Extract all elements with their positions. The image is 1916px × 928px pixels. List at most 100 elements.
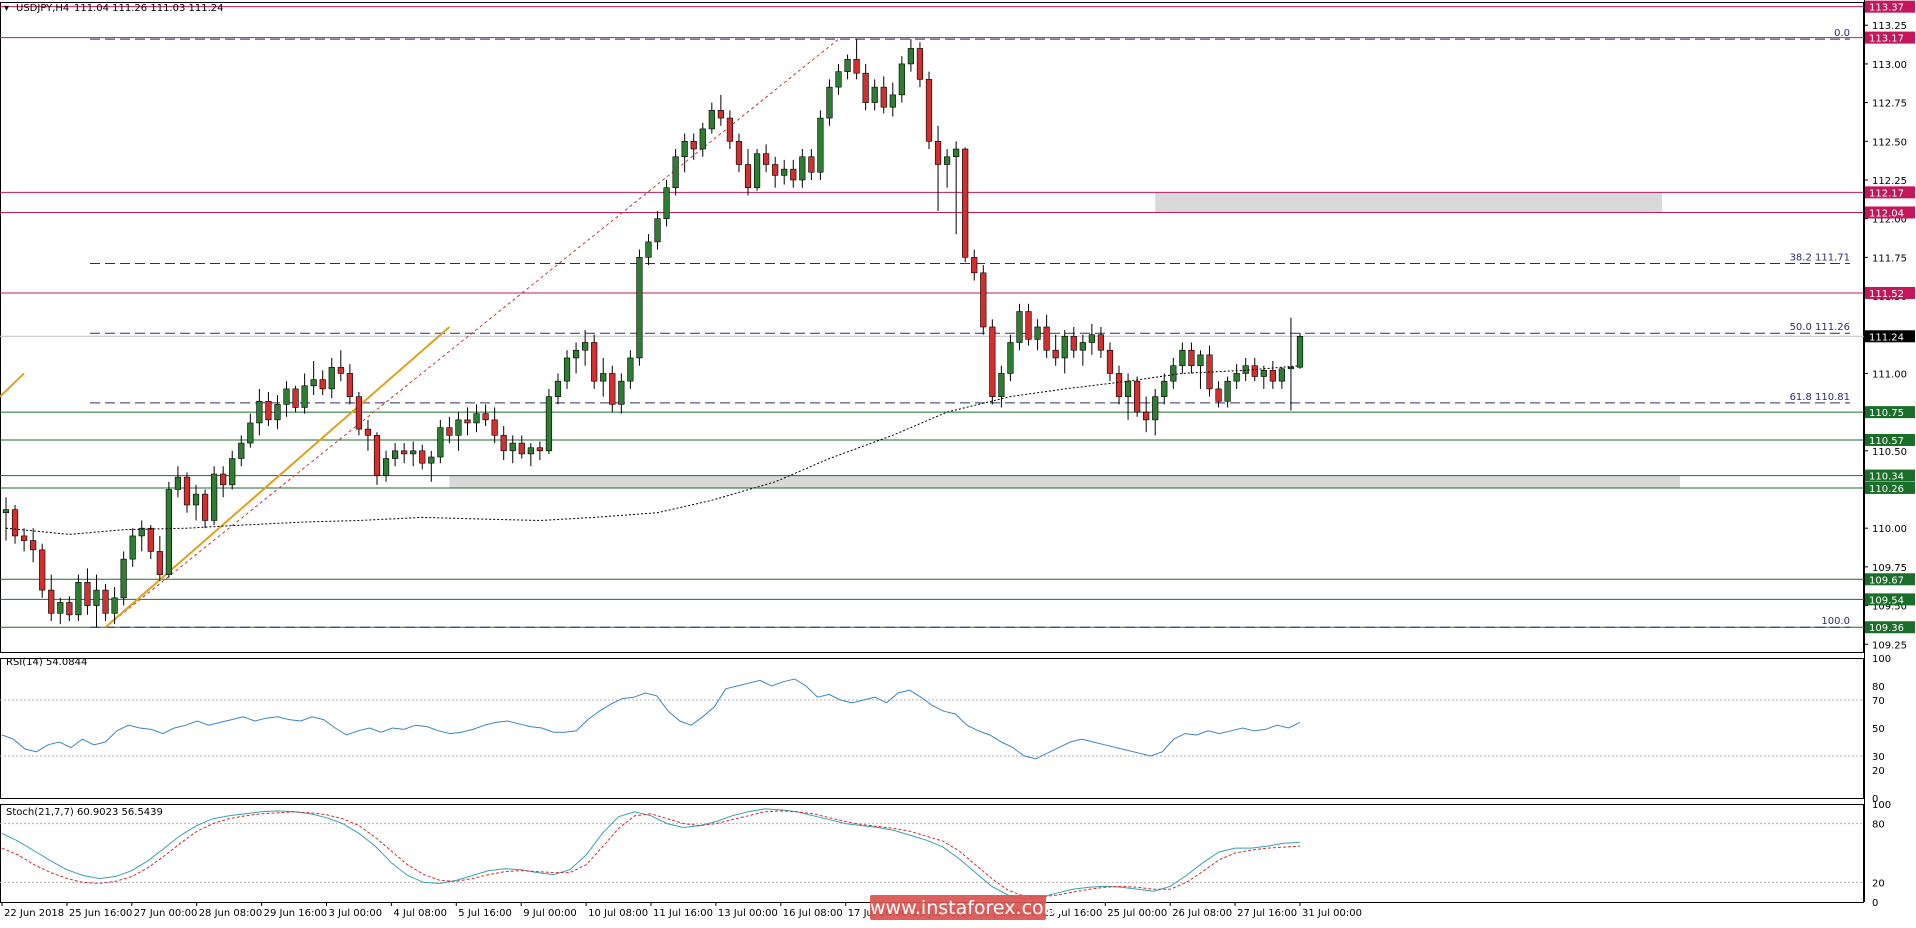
candle-body <box>337 366 344 374</box>
candle-body <box>853 58 860 74</box>
fib-label-2: 50.0 111.26 <box>1790 322 1850 333</box>
candle-body <box>1007 342 1014 374</box>
candle-body <box>744 164 752 189</box>
candle-body <box>174 476 182 490</box>
candle-body <box>75 582 82 616</box>
candle-body <box>491 419 498 436</box>
time-tick-label: 27 Jun 00:00 <box>134 908 198 919</box>
candle-body <box>600 373 607 382</box>
price-tick-label: 111.00 <box>1872 369 1907 380</box>
candle-body <box>1233 373 1240 382</box>
candle-body <box>871 86 878 103</box>
candle-body <box>147 527 154 552</box>
stoch-tick-label: 100 <box>1872 800 1891 811</box>
candle-body <box>20 535 28 541</box>
candle-body <box>419 450 426 464</box>
time-tick-label: 26 Jul 08:00 <box>1172 908 1232 919</box>
candle-body <box>1052 349 1059 359</box>
time-tick-label: 13 Jul 00:00 <box>718 908 778 919</box>
candle-body <box>1115 373 1123 397</box>
candle-body <box>889 94 896 108</box>
candle-body <box>826 86 833 119</box>
stoch-title: Stoch(21,7,7) 60.9023 56.5439 <box>6 807 163 818</box>
rsi-tick-label: 70 <box>1872 696 1885 707</box>
candle-body <box>111 597 118 614</box>
rsi-tick-label: 20 <box>1872 766 1885 777</box>
time-tick-label: 5 Jul 16:00 <box>458 908 512 919</box>
candle-body <box>93 589 100 606</box>
candle-body <box>518 442 525 455</box>
candle-body <box>735 140 743 165</box>
candle-body <box>690 140 697 150</box>
candle-body <box>989 326 996 397</box>
candle-body <box>1124 380 1132 397</box>
candle-body <box>1287 366 1295 370</box>
candle-body <box>30 540 37 551</box>
candle-body <box>1025 311 1032 340</box>
candle-body <box>247 422 254 444</box>
time-tick-label: 9 Jul 00:00 <box>523 908 577 919</box>
candle-body <box>292 388 299 408</box>
resistance-tag-2: 112.17 <box>1869 188 1904 199</box>
candle-body <box>1079 342 1086 351</box>
candle-body <box>582 342 589 351</box>
candle-body <box>310 379 317 387</box>
candle-body <box>1097 334 1105 351</box>
rsi-tick-label: 100 <box>1872 654 1891 665</box>
candle-body <box>808 156 815 173</box>
candle-body <box>545 396 553 452</box>
candle-body <box>428 456 435 464</box>
current-price-tag: 111.24 <box>1869 332 1904 343</box>
stoch-tick-label: 20 <box>1872 878 1885 889</box>
rsi-tick-label: 80 <box>1872 682 1885 693</box>
candle-body <box>2 509 10 514</box>
price-tick-label: 112.25 <box>1872 176 1907 187</box>
time-tick-label: 16 Jul 08:00 <box>783 908 843 919</box>
time-tick-label: 10 Jul 08:00 <box>588 908 648 919</box>
candle-body <box>39 549 46 591</box>
time-tick-label: 27 Jul 16:00 <box>1237 908 1297 919</box>
candle-body <box>980 272 987 328</box>
time-tick-label: 25 Jul 00:00 <box>1107 908 1167 919</box>
candle-body <box>645 241 652 258</box>
price-tick-label: 109.75 <box>1872 563 1907 574</box>
candle-body <box>473 413 480 424</box>
candle-body <box>717 110 724 119</box>
stoch-tick-label: 0 <box>1872 898 1878 909</box>
candle-body <box>382 458 390 476</box>
candle-body <box>1242 365 1249 374</box>
candle-body <box>446 427 453 436</box>
candle-body <box>229 458 236 486</box>
candle-body <box>346 373 353 397</box>
chart-ohlc: 111.04 111.26 111.03 111.24 <box>74 3 224 14</box>
fib-label-0: 0.0 <box>1834 28 1850 39</box>
candle-body <box>790 168 797 181</box>
candle-body <box>156 551 163 575</box>
candle-body <box>57 602 64 614</box>
sr-zone-0 <box>1155 192 1662 213</box>
candle-body <box>817 117 824 173</box>
resistance-tag-0: 113.37 <box>1869 3 1904 14</box>
candle-body <box>364 428 372 436</box>
candle-body <box>391 450 399 459</box>
candle-body <box>120 558 127 599</box>
candle-body <box>627 357 634 382</box>
candle-body <box>301 385 308 408</box>
candle-body <box>1061 335 1068 359</box>
price-tick-label: 112.50 <box>1872 137 1907 148</box>
candle-body <box>500 435 507 452</box>
candle-body <box>1143 411 1150 421</box>
candle-body <box>1170 365 1177 382</box>
candle-body <box>355 396 363 430</box>
chart-menu-icon[interactable]: ▾ <box>4 3 9 14</box>
candle-body <box>410 450 417 455</box>
chart-area[interactable]: 0.0 38.2 111.71 50.0 111.26 61.8 110.81 100.… <box>0 0 1916 924</box>
candle-body <box>11 509 19 537</box>
candle-body <box>373 435 381 476</box>
candle-body <box>1179 349 1186 366</box>
sr-zone-1 <box>449 475 1681 488</box>
candle-body <box>1269 370 1276 382</box>
candle-body <box>1161 380 1168 397</box>
candle-body <box>1197 354 1204 366</box>
candle-body <box>753 153 761 189</box>
